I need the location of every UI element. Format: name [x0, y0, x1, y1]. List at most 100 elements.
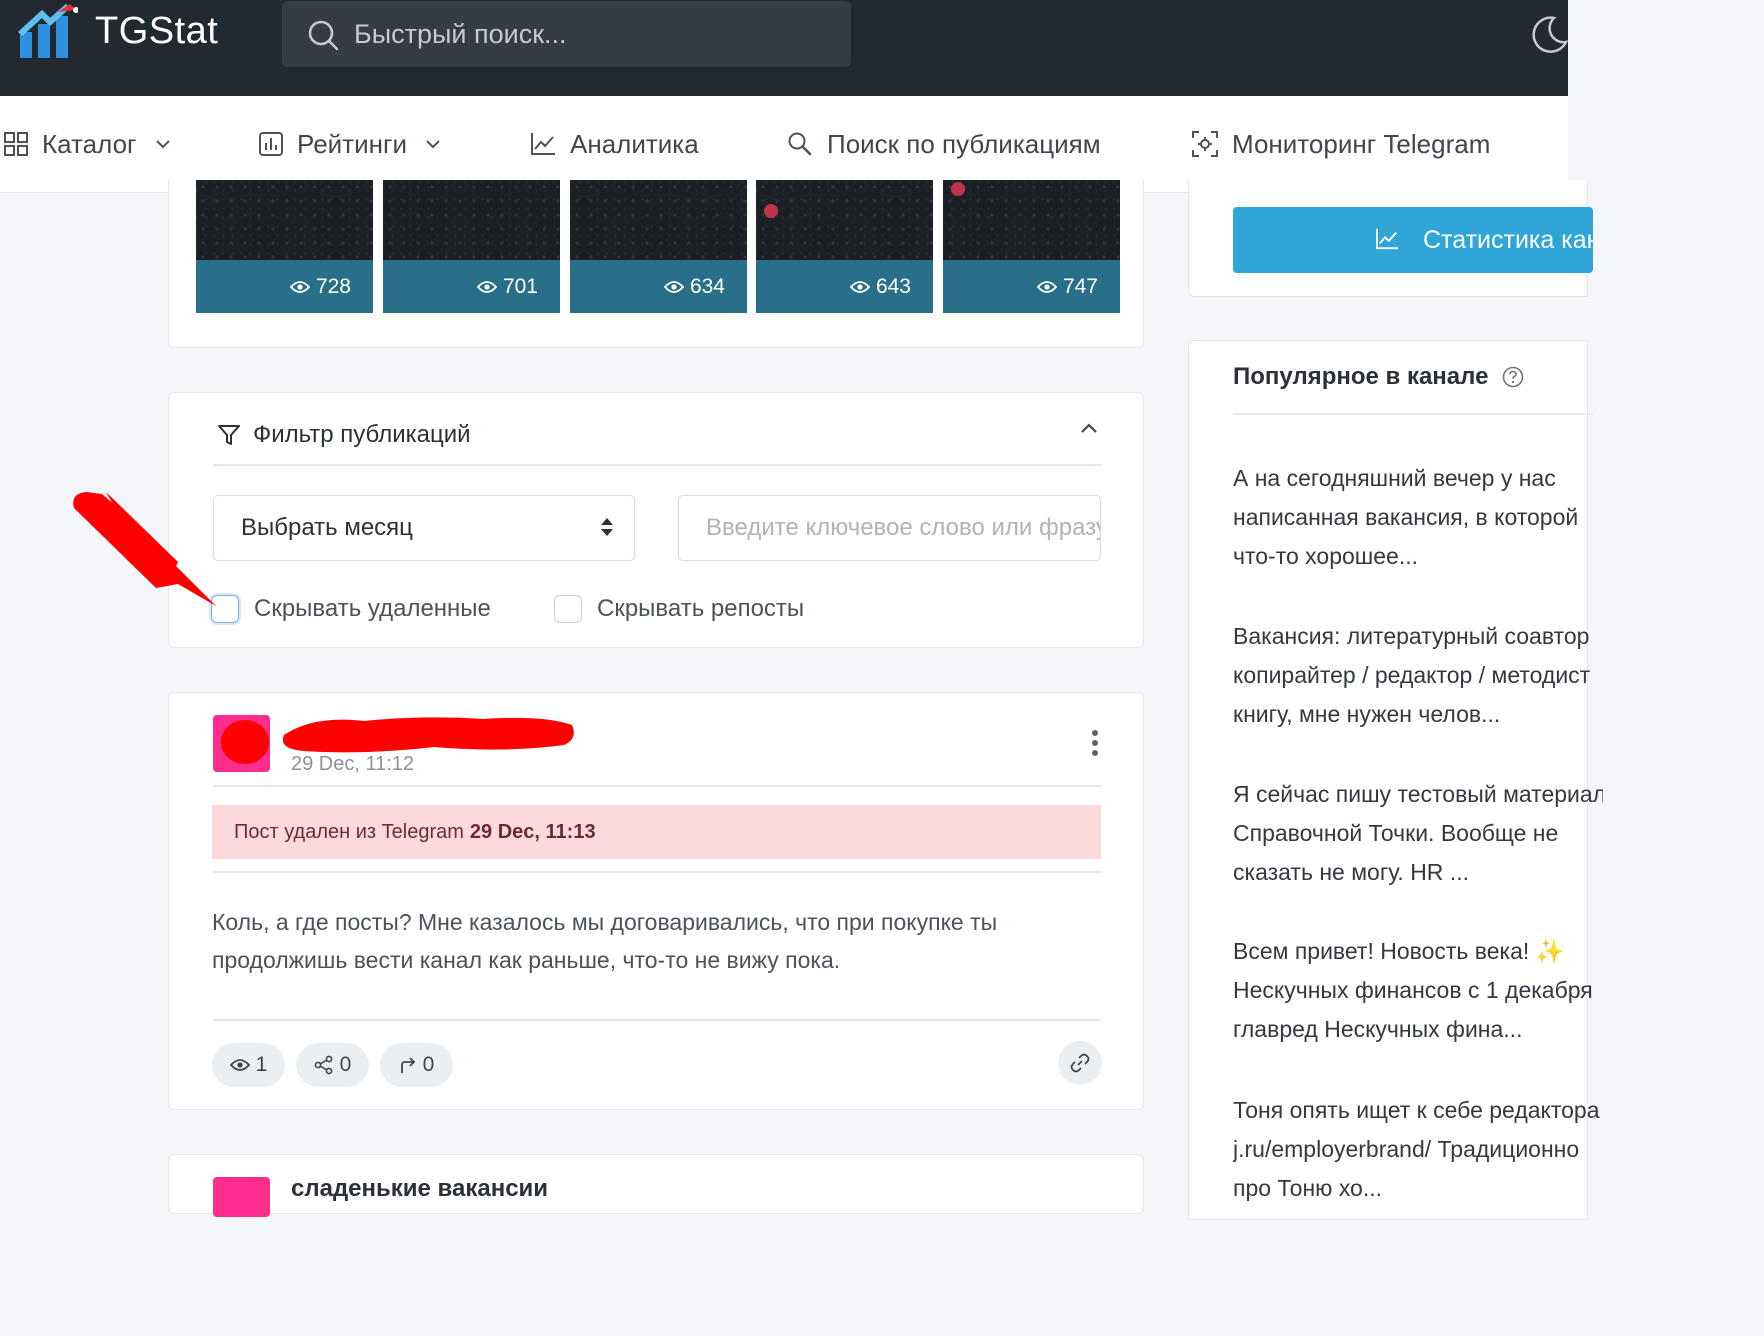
- channel-stats-button[interactable]: Статистика канала: [1233, 207, 1593, 273]
- bar-chart-icon: [259, 132, 283, 156]
- post-thumbnail[interactable]: 701: [383, 180, 560, 313]
- deleted-notice: Пост удален из Telegram 29 Dec, 11:13: [212, 805, 1101, 859]
- channel-avatar-dot: [764, 204, 778, 218]
- thumbnail-views-bar: 701: [383, 260, 560, 313]
- search-icon: [308, 20, 339, 51]
- brand-name[interactable]: TGStat: [95, 10, 218, 53]
- popular-post[interactable]: А на сегодняшний вечер у нас написанная …: [1233, 459, 1603, 576]
- channel-stats-card: Статистика канала: [1188, 180, 1593, 297]
- thumbnail-views: 701: [502, 274, 538, 298]
- thumbnail-views-bar: 747: [943, 260, 1120, 313]
- post-footer-divider: [213, 1019, 1101, 1021]
- publications-filter: Фильтр публикаций Выбрать месяц Скрывать…: [168, 392, 1144, 648]
- tgstat-logo-icon[interactable]: [18, 4, 78, 60]
- thumbnail-views-bar: 634: [570, 260, 747, 313]
- keyword-input[interactable]: [678, 495, 1101, 561]
- line-chart-icon: [531, 133, 555, 155]
- nav-label-monitoring: Мониторинг Telegram: [1232, 128, 1491, 159]
- search-icon: [788, 132, 812, 156]
- popular-post-line: Я сейчас пишу тестовый материал: [1233, 781, 1603, 807]
- nav-item-monitoring[interactable]: Мониторинг Telegram: [1192, 96, 1490, 192]
- copy-link-button[interactable]: [1058, 1041, 1102, 1085]
- eye-icon: [849, 280, 870, 293]
- channel-name[interactable]: сладенькие вакансии: [291, 1175, 548, 1203]
- chevron-down-icon: [426, 140, 440, 149]
- filter-title: Фильтр публикаций: [217, 421, 471, 449]
- redaction-blob: [221, 720, 269, 764]
- share-icon: [314, 1055, 333, 1075]
- chevron-up-icon[interactable]: [1079, 421, 1099, 435]
- popular-post-line: копирайтер / редактор / методист: [1233, 662, 1591, 688]
- popular-post[interactable]: Я сейчас пишу тестовый материал Справочн…: [1233, 775, 1603, 892]
- funnel-icon: [218, 425, 240, 445]
- eye-icon: [663, 280, 684, 293]
- popular-post-line: Справочной Точки. Вообще не: [1233, 820, 1559, 846]
- month-select-value: Выбрать месяц: [241, 514, 413, 541]
- hide-deleted-checkbox[interactable]: Скрывать удаленные: [211, 595, 491, 623]
- popular-post-line: Тоня опять ищет к себе редактора: [1233, 1097, 1600, 1123]
- redaction-scribble: [282, 717, 574, 753]
- post-body-divider: [213, 871, 1101, 873]
- thumbnail-views-bar: 643: [756, 260, 933, 313]
- shares-counter[interactable]: 0: [296, 1043, 369, 1087]
- more-vertical-icon[interactable]: [1091, 729, 1099, 757]
- hide-reposts-label: Скрывать репосты: [597, 595, 805, 622]
- dark-mode-moon-icon[interactable]: [1524, 12, 1568, 56]
- views-count: 1: [255, 1053, 268, 1076]
- post-thumbnail[interactable]: 643: [756, 180, 933, 313]
- popular-post-line: сказать не могу. HR ...: [1233, 859, 1469, 885]
- filter-title-text: Фильтр публикаций: [253, 421, 471, 448]
- nav-label-analytics: Аналитика: [570, 128, 699, 159]
- forwards-counter[interactable]: 0: [380, 1043, 453, 1087]
- thumbnail-views: 747: [1062, 274, 1098, 298]
- post-date[interactable]: 29 Dec, 11:12: [291, 753, 414, 776]
- channel-stats-button-label: Статистика канала: [1423, 225, 1593, 254]
- main-nav: Каталог Рейтинги Аналитика Поиск по публ…: [0, 96, 1568, 193]
- month-select[interactable]: Выбрать месяц: [213, 495, 635, 561]
- nav-item-ratings[interactable]: Рейтинги: [259, 96, 441, 192]
- popular-post-line: книгу, мне нужен челов...: [1233, 701, 1501, 727]
- shares-count: 0: [339, 1053, 352, 1076]
- thumbnail-views: 643: [875, 274, 911, 298]
- channel-avatar[interactable]: [213, 1177, 270, 1217]
- eye-icon: [1036, 280, 1057, 293]
- post-thumbnail[interactable]: 728: [196, 180, 373, 313]
- link-icon: [1070, 1053, 1090, 1073]
- eye-icon: [289, 280, 310, 293]
- popular-title: Популярное в канале: [1233, 363, 1524, 391]
- post-card: сладенькие вакансии: [168, 1154, 1144, 1217]
- popular-post-line: Нескучных финансов с 1 декабря: [1233, 977, 1593, 1003]
- forwards-count: 0: [422, 1053, 435, 1076]
- popular-post[interactable]: Тоня опять ищет к себе редактора j.ru/em…: [1233, 1091, 1603, 1208]
- help-circle-icon[interactable]: [1502, 366, 1524, 388]
- deleted-time: 29 Dec, 11:13: [469, 820, 596, 843]
- nav-label-catalog: Каталог: [42, 128, 137, 159]
- nav-item-post-search[interactable]: Поиск по публикациям: [787, 96, 1101, 192]
- thumbnail-views: 634: [689, 274, 725, 298]
- popular-divider: [1233, 413, 1593, 415]
- popular-title-text: Популярное в канале: [1233, 363, 1489, 390]
- popular-post-line: главред Нескучных фина...: [1233, 1016, 1523, 1042]
- popular-post-line: что-то хорошее...: [1233, 543, 1418, 569]
- top-bar: TGStat Быстрый поиск...: [0, 0, 1568, 96]
- chevron-down-icon: [155, 140, 170, 149]
- recent-posts-thumbnails: 728 701 634 643 747: [168, 180, 1144, 348]
- checkbox-box[interactable]: [554, 595, 582, 623]
- views-counter[interactable]: 1: [212, 1043, 285, 1087]
- deleted-notice-text: Пост удален из Telegram: [234, 820, 464, 843]
- post-thumbnail[interactable]: 634: [570, 180, 747, 313]
- post-thumbnail[interactable]: 747: [943, 180, 1120, 313]
- nav-item-catalog[interactable]: Каталог: [4, 96, 171, 192]
- nav-item-analytics[interactable]: Аналитика: [530, 96, 699, 192]
- sort-arrows-icon: [601, 518, 613, 536]
- hide-reposts-checkbox[interactable]: Скрывать репосты: [554, 595, 804, 623]
- quick-search[interactable]: Быстрый поиск...: [282, 1, 851, 67]
- forward-arrow-icon: [400, 1057, 415, 1073]
- popular-post-line: Всем привет! Новость века! ✨: [1233, 938, 1565, 964]
- popular-post[interactable]: Вакансия: литературный соавтор копирайте…: [1233, 617, 1603, 734]
- popular-post[interactable]: Всем привет! Новость века! ✨ Нескучных ф…: [1233, 932, 1603, 1049]
- post-card: 29 Dec, 11:12 Пост удален из Telegram 29…: [168, 692, 1144, 1110]
- popular-post-line: j.ru/employerbrand/ Традиционно: [1233, 1136, 1580, 1162]
- popular-post-line: написанная вакансия, в которой: [1233, 504, 1579, 530]
- channel-avatar-dot: [951, 182, 965, 196]
